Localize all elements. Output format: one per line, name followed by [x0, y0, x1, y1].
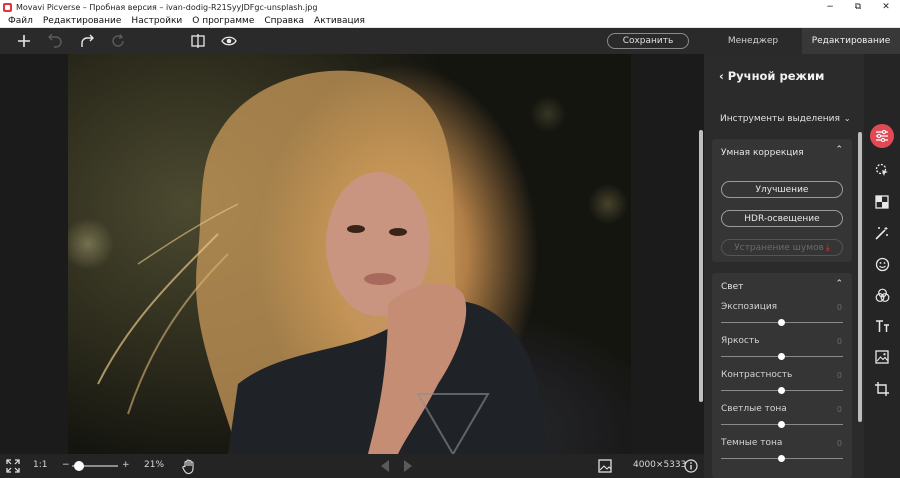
exposure-slider-thumb[interactable] [778, 319, 785, 326]
chevron-up-icon[interactable]: ⌃ [835, 279, 843, 289]
download-icon: ⤓ [825, 242, 830, 253]
brightness-slider-thumb[interactable] [778, 353, 785, 360]
bottom-bar: 1:1 − + 21% 4000×5333 [0, 454, 704, 478]
panel-vertical-scrollbar[interactable] [858, 132, 862, 422]
brightness-label: Яркость [721, 336, 760, 346]
fit-to-screen-icon[interactable] [5, 458, 21, 474]
previous-image-icon[interactable] [377, 458, 393, 474]
hdr-lighting-button[interactable]: HDR-освещение [721, 210, 843, 227]
denoise-label: Устранение шумов [734, 242, 824, 253]
menu-about[interactable]: О программе [187, 16, 259, 26]
menu-file[interactable]: Файл [0, 16, 38, 26]
minimize-button[interactable]: − [816, 0, 844, 14]
title-bar: Movavi Picverse – Пробная версия – ivan-… [0, 0, 900, 14]
tab-edit[interactable]: Редактирование [802, 28, 900, 54]
menu-bar: Файл Редактирование Настройки О программ… [0, 14, 900, 28]
chevron-up-icon[interactable]: ⌃ [835, 145, 843, 155]
reset-icon[interactable] [110, 33, 126, 49]
app-logo-icon [3, 2, 12, 12]
contrast-slider-thumb[interactable] [778, 387, 785, 394]
highlights-slider-thumb[interactable] [778, 421, 785, 428]
redo-icon[interactable] [79, 33, 95, 49]
smart-correction-title[interactable]: Умная коррекция [721, 148, 804, 158]
color-filters-icon[interactable] [870, 283, 894, 307]
auto-enhance-icon[interactable] [870, 190, 894, 214]
contrast-label: Контрастность [721, 370, 793, 380]
compare-split-icon[interactable] [190, 33, 206, 49]
window-title: Movavi Picverse – Пробная версия – ivan-… [16, 2, 318, 12]
maximize-button[interactable]: ⧉ [844, 0, 872, 14]
zoom-slider-thumb[interactable] [74, 461, 84, 471]
photo-canvas[interactable] [0, 54, 704, 454]
exposure-label: Экспозиция [721, 302, 778, 312]
text-icon[interactable] [870, 314, 894, 338]
light-section: Свет ⌃ Экспозиция 0 Яркость 0 Контрастно… [712, 273, 852, 478]
add-icon[interactable] [16, 33, 32, 49]
save-button[interactable]: Сохранить [607, 33, 689, 49]
selection-cursor-icon[interactable] [870, 158, 894, 182]
tab-manager[interactable]: Менеджер [704, 28, 802, 54]
enhance-button[interactable]: Улучшение [721, 181, 843, 198]
zoom-in-button[interactable]: + [122, 460, 130, 470]
highlights-label: Светлые тона [721, 404, 787, 414]
shadows-label: Темные тона [721, 438, 783, 448]
crop-icon[interactable] [870, 377, 894, 401]
denoise-button[interactable]: Устранение шумов ⤓ [721, 239, 843, 256]
image-replace-icon[interactable] [870, 345, 894, 369]
face-retouch-icon[interactable] [870, 252, 894, 276]
magic-wand-icon[interactable] [870, 221, 894, 245]
edited-photo [68, 54, 631, 454]
zoom-out-button[interactable]: − [62, 460, 70, 470]
smart-correction-section: Умная коррекция ⌃ Улучшение HDR-освещени… [712, 139, 852, 262]
highlights-value: 0 [836, 405, 842, 414]
image-dimensions: 4000×5333 [633, 460, 687, 470]
back-chevron-icon[interactable]: ‹ [719, 69, 724, 83]
hand-pan-icon[interactable] [181, 458, 197, 474]
menu-activation[interactable]: Активация [309, 16, 370, 26]
actual-size-button[interactable]: 1:1 [33, 460, 47, 470]
menu-settings[interactable]: Настройки [126, 16, 187, 26]
brightness-value: 0 [836, 337, 842, 346]
undo-icon[interactable] [47, 33, 63, 49]
zoom-level: 21% [144, 460, 165, 470]
info-icon[interactable] [683, 458, 699, 474]
sliders-icon[interactable] [870, 124, 894, 148]
app-window: Movavi Picverse – Пробная версия – ivan-… [0, 0, 900, 478]
panel-header[interactable]: ‹ Ручной режим [719, 69, 824, 83]
menu-help[interactable]: Справка [259, 16, 309, 26]
selection-tools-label: Инструменты выделения [720, 114, 840, 124]
next-image-icon[interactable] [400, 458, 416, 474]
panel-title: Ручной режим [727, 69, 825, 83]
toolbar: Сохранить Менеджер Редактирование [0, 28, 900, 54]
light-title[interactable]: Свет [721, 282, 743, 292]
image-info-picture-icon[interactable] [597, 458, 613, 474]
preview-eye-icon[interactable] [221, 33, 237, 49]
canvas-vertical-scrollbar[interactable] [699, 130, 703, 402]
menu-edit[interactable]: Редактирование [38, 16, 127, 26]
contrast-value: 0 [836, 371, 842, 380]
close-button[interactable]: ✕ [872, 0, 900, 14]
tools-rail [864, 54, 900, 478]
adjustments-panel: ‹ Ручной режим Инструменты выделения ⌄ Умн… [704, 54, 864, 478]
shadows-slider-thumb[interactable] [778, 455, 785, 462]
shadows-value: 0 [836, 439, 842, 448]
selection-tools-toggle[interactable]: Инструменты выделения ⌄ [720, 114, 851, 124]
chevron-down-icon: ⌄ [843, 114, 851, 123]
exposure-value: 0 [836, 303, 842, 312]
window-controls: − ⧉ ✕ [816, 0, 900, 14]
